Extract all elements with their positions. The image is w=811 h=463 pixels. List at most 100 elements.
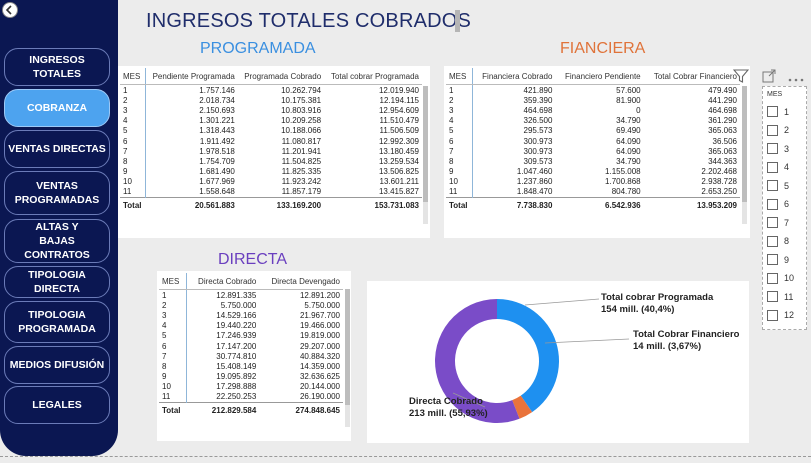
checkbox-icon[interactable]: [767, 291, 778, 302]
scroll-thumb[interactable]: [742, 86, 747, 202]
col-header[interactable]: Directa Cobrado: [186, 273, 260, 290]
nav-altas-bajas-contratos[interactable]: ALTAS Y BAJAS CONTRATOS: [4, 219, 110, 263]
slicer-item-2[interactable]: 2: [767, 124, 790, 136]
scroll-thumb[interactable]: [345, 289, 350, 405]
slicer-item-4[interactable]: 4: [767, 161, 790, 173]
checkbox-icon[interactable]: [767, 106, 778, 117]
directa-table: MES Directa Cobrado Directa Devengado 11…: [159, 273, 343, 418]
checkbox-icon[interactable]: [767, 254, 778, 265]
nav-tipologia-directa[interactable]: TIPOLOGIA DIRECTA: [4, 266, 110, 298]
table-cell: 11.080.817: [281, 136, 322, 146]
table-cell: 22.250.253: [216, 392, 257, 402]
slicer-item-6[interactable]: 6: [767, 198, 789, 210]
col-header[interactable]: MES: [120, 68, 146, 85]
col-header[interactable]: Pendiente Programada: [145, 68, 238, 85]
nav-tipologia-programada[interactable]: TIPOLOGIA PROGRAMADA: [4, 301, 110, 343]
checkbox-icon[interactable]: [767, 235, 778, 247]
total-cell: 133.169.200: [237, 197, 325, 213]
checkbox-icon[interactable]: [767, 180, 778, 191]
nav-label: ALTAS Y BAJAS CONTRATOS: [24, 221, 90, 261]
table-cell: 26.190.000: [299, 392, 340, 402]
slicer-item-3[interactable]: 3: [767, 143, 789, 154]
scrollbar[interactable]: [423, 86, 428, 224]
col-header[interactable]: Financiero Pendiente: [555, 68, 644, 85]
table-cell: 365.063: [708, 126, 737, 136]
slice-name: Total cobrar Programada: [601, 292, 714, 303]
table-cell: 15.408.149: [216, 361, 257, 371]
table-row: 9 19.095.892 32.636.625: [159, 371, 343, 382]
nav-legales[interactable]: LEGALES: [4, 386, 110, 424]
checkbox-icon[interactable]: [767, 143, 778, 154]
donut-slice[interactable]: [497, 299, 559, 413]
table-cell: 11.510.479: [379, 116, 419, 126]
col-header[interactable]: MES: [159, 273, 188, 290]
slicer-item-7[interactable]: 7: [767, 217, 789, 228]
slicer-item-12[interactable]: 12: [767, 309, 795, 321]
slicer-item-label: 2: [784, 125, 790, 135]
table-cell: 479.490: [708, 85, 737, 95]
label-directa: Directa Cobrado 213 mill. (55,93%): [409, 396, 488, 420]
col-header[interactable]: MES: [446, 68, 473, 85]
col-header[interactable]: Total cobrar Programada: [324, 68, 422, 85]
table-cell: 14.359.000: [299, 361, 340, 371]
table-row: 3 464.698 0 464.698: [446, 105, 740, 116]
table-cell: 5.750.000: [304, 300, 340, 310]
table-row: 4 1.301.221 10.209.258 11.510.479: [120, 115, 422, 126]
table-cell: 29.207.000: [299, 341, 340, 351]
checkbox-icon[interactable]: [767, 124, 778, 136]
table-cell: 13.180.459: [378, 146, 419, 156]
table-cell: 40.884.320: [299, 351, 340, 361]
directa-table-panel: MES Directa Cobrado Directa Devengado 11…: [157, 271, 351, 441]
table-cell: 7: [159, 351, 188, 362]
col-header[interactable]: Programada Cobrado: [237, 68, 325, 85]
directa-rows: 1 12.891.335 12.891.200 2 5.750.000 5.750.000…: [159, 289, 343, 418]
checkbox-icon[interactable]: [767, 272, 778, 284]
col-header[interactable]: Financiera Cobrado: [472, 68, 556, 85]
nav-ventas-directas[interactable]: VENTAS DIRECTAS: [4, 130, 110, 168]
table-cell: 10.209.258: [281, 116, 322, 126]
table-cell: 8: [159, 361, 188, 372]
scroll-thumb[interactable]: [423, 86, 428, 202]
table-row: 5 17.246.939 19.819.000: [159, 330, 343, 341]
filter-icon[interactable]: [732, 68, 750, 89]
table-row: 2 5.750.000 5.750.000: [159, 300, 343, 311]
slicer-item-11[interactable]: 11: [767, 291, 793, 302]
table-cell: 2: [446, 95, 473, 106]
table-cell: 9: [446, 166, 473, 177]
table-cell: 10.175.381: [281, 95, 322, 105]
slicer-item-8[interactable]: 8: [767, 235, 789, 247]
table-cell: 10.803.916: [281, 105, 322, 115]
table-row: 10 1.677.969 11.923.242 13.601.211: [120, 176, 422, 187]
table-row: 8 309.573 34.790 344.363: [446, 156, 740, 167]
slicer-item-10[interactable]: 10: [767, 272, 794, 284]
nav-ingresos-totales[interactable]: INGRESOS TOTALES: [4, 48, 110, 86]
col-header[interactable]: Total Cobrar Financiero: [643, 68, 740, 85]
table-cell: 344.363: [708, 156, 737, 166]
col-header[interactable]: Directa Devengado: [259, 273, 343, 290]
table-cell: 69.490: [616, 126, 641, 136]
slicer-item-1[interactable]: 1: [767, 106, 789, 117]
scrollbar[interactable]: [742, 86, 747, 224]
nav-medios-difusion[interactable]: MEDIOS DIFUSIÓN: [4, 346, 110, 384]
table-cell: 11.201.941: [281, 146, 322, 156]
mes-slicer: MES 1 2 3 4 5 6 7 8 9 10 11 12: [762, 86, 807, 330]
nav-cobranza[interactable]: COBRANZA: [4, 89, 110, 127]
table-cell: 2: [120, 95, 146, 106]
scrollbar[interactable]: [345, 289, 350, 427]
total-cell: 20.561.883: [145, 197, 238, 213]
table-cell: 13.601.211: [379, 177, 419, 187]
checkbox-icon[interactable]: [767, 309, 778, 321]
nav-ventas-programadas[interactable]: VENTAS PROGRAMADAS: [4, 171, 110, 215]
slicer-item-9[interactable]: 9: [767, 254, 789, 265]
table-cell: 8: [120, 156, 146, 167]
title-accent-bar: [455, 10, 460, 32]
slicer-item-5[interactable]: 5: [767, 180, 789, 191]
slice-name: Directa Cobrado: [409, 396, 483, 407]
checkbox-icon[interactable]: [767, 161, 778, 173]
slicer-item-label: 12: [784, 310, 795, 320]
slicer-item-label: 4: [784, 162, 790, 172]
checkbox-icon[interactable]: [767, 217, 778, 228]
checkbox-icon[interactable]: [767, 198, 778, 210]
table-row: 2 359.390 81.900 441.290: [446, 95, 740, 106]
back-arrow-icon[interactable]: [2, 2, 18, 18]
